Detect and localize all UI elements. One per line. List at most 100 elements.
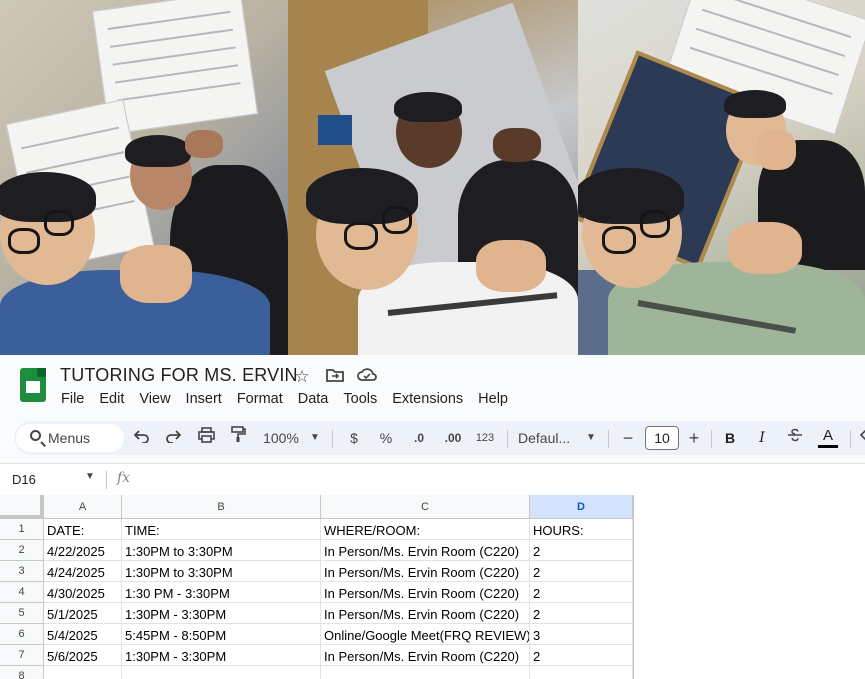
row-header-7[interactable]: 7 [0, 645, 44, 666]
menu-extensions[interactable]: Extensions [384, 390, 470, 408]
sheets-logo-icon[interactable] [20, 368, 46, 402]
redo-icon[interactable] [161, 421, 185, 455]
cell-b1[interactable]: TIME: [122, 519, 321, 540]
cell-a1[interactable]: DATE: [44, 519, 122, 540]
cell-c4[interactable]: In Person/Ms. Ervin Room (C220) [321, 582, 530, 603]
photo-collage [0, 0, 865, 355]
cell-a5[interactable]: 5/1/2025 [44, 603, 122, 624]
menu-data[interactable]: Data [290, 390, 336, 408]
cell-c3[interactable]: In Person/Ms. Ervin Room (C220) [321, 561, 530, 582]
toolbar-divider [332, 430, 333, 448]
cell-a6[interactable]: 5/4/2025 [44, 624, 122, 645]
font-family-dropdown-icon[interactable]: ▼ [584, 421, 598, 455]
cell-b6[interactable]: 5:45PM - 8:50PM [122, 624, 321, 645]
bold-button[interactable]: B [720, 421, 740, 455]
text-color-button[interactable]: A [816, 425, 840, 451]
menu-file[interactable]: File [53, 390, 91, 408]
cell-d8[interactable] [530, 666, 633, 679]
paint-format-icon[interactable] [226, 421, 250, 455]
cell-d2[interactable]: 2 [530, 540, 633, 561]
strikethrough-icon[interactable] [784, 421, 806, 455]
increase-decimal-label: .00 [444, 431, 462, 445]
peace-sign-hand [728, 222, 802, 274]
cell-c7[interactable]: In Person/Ms. Ervin Room (C220) [321, 645, 530, 666]
currency-format-button[interactable]: $ [342, 421, 366, 455]
increase-decimal-button[interactable]: .00 [438, 421, 468, 455]
cell-b3[interactable]: 1:30PM to 3:30PM [122, 561, 321, 582]
decrease-decimal-button[interactable]: .0 [406, 421, 432, 455]
cell-b8[interactable] [122, 666, 321, 679]
menu-help[interactable]: Help [470, 390, 515, 408]
cell-a8[interactable] [44, 666, 122, 679]
cell-d5[interactable]: 2 [530, 603, 633, 624]
column-header-d[interactable]: D [530, 495, 633, 519]
person-hand [756, 130, 796, 170]
peace-sign-hand [476, 240, 546, 292]
cell-b7[interactable]: 1:30PM - 3:30PM [122, 645, 321, 666]
cell-b2[interactable]: 1:30PM to 3:30PM [122, 540, 321, 561]
document-title[interactable]: TUTORING FOR MS. ERVIN [60, 365, 298, 386]
name-box[interactable]: D16 [12, 472, 36, 487]
undo-icon[interactable] [130, 421, 154, 455]
increase-font-size-icon[interactable]: + [684, 421, 704, 455]
cloud-status-icon[interactable] [357, 367, 377, 387]
fill-color-icon[interactable] [858, 421, 865, 455]
row-header-8[interactable]: 8 [0, 666, 44, 679]
name-box-dropdown-icon[interactable]: ▼ [85, 471, 95, 482]
row-header-5[interactable]: 5 [0, 603, 44, 624]
column-header-a[interactable]: A [44, 495, 122, 519]
cell-d1[interactable]: HOURS: [530, 519, 633, 540]
menu-view[interactable]: View [131, 390, 177, 408]
cell-d3[interactable]: 2 [530, 561, 633, 582]
cell-c6[interactable]: Online/Google Meet(FRQ REVIEW) [321, 624, 530, 645]
zoom-dropdown-icon[interactable]: ▼ [308, 421, 322, 455]
peace-sign-hand [120, 245, 192, 303]
move-folder-icon[interactable] [325, 367, 345, 387]
toolbar-divider [507, 430, 508, 448]
menu-edit[interactable]: Edit [91, 390, 131, 408]
cell-a3[interactable]: 4/24/2025 [44, 561, 122, 582]
decrease-font-size-icon[interactable]: − [618, 421, 638, 455]
person-hair [724, 90, 786, 118]
menu-bar: File Edit View Insert Format Data Tools … [53, 390, 515, 408]
star-icon[interactable]: ☆ [292, 367, 312, 387]
cell-b4[interactable]: 1:30 PM - 3:30PM [122, 582, 321, 603]
row-header-2[interactable]: 2 [0, 540, 44, 561]
screenshot-root: TUTORING FOR MS. ERVIN ☆ File Edit View … [0, 0, 865, 679]
menu-insert[interactable]: Insert [178, 390, 229, 408]
app-header: TUTORING FOR MS. ERVIN ☆ File Edit View … [0, 355, 865, 413]
cell-a4[interactable]: 4/30/2025 [44, 582, 122, 603]
empty-grid-area[interactable] [633, 495, 865, 679]
cell-b5[interactable]: 1:30PM - 3:30PM [122, 603, 321, 624]
percent-format-button[interactable]: % [374, 421, 398, 455]
font-size-input[interactable]: 10 [645, 426, 679, 450]
cell-d4[interactable]: 2 [530, 582, 633, 603]
menu-tools[interactable]: Tools [335, 390, 384, 408]
column-header-b[interactable]: B [122, 495, 321, 519]
row-header-1[interactable]: 1 [0, 519, 44, 540]
row-header-4[interactable]: 4 [0, 582, 44, 603]
cell-c2[interactable]: In Person/Ms. Ervin Room (C220) [321, 540, 530, 561]
photo-3 [578, 0, 865, 355]
sign [318, 115, 352, 145]
cell-c1[interactable]: WHERE/ROOM: [321, 519, 530, 540]
italic-button[interactable]: I [752, 421, 772, 455]
search-icon [30, 430, 41, 441]
glasses [344, 222, 378, 250]
print-icon[interactable] [194, 421, 218, 455]
number-format-button[interactable]: 123 [472, 421, 498, 455]
select-all-corner[interactable] [0, 495, 44, 519]
search-menus-button[interactable]: Menus [16, 424, 124, 452]
cell-d7[interactable]: 2 [530, 645, 633, 666]
cell-c5[interactable]: In Person/Ms. Ervin Room (C220) [321, 603, 530, 624]
column-header-c[interactable]: C [321, 495, 530, 519]
font-family-select[interactable]: Defaul... [518, 421, 578, 455]
menu-format[interactable]: Format [229, 390, 290, 408]
cell-d6[interactable]: 3 [530, 624, 633, 645]
row-header-6[interactable]: 6 [0, 624, 44, 645]
zoom-select[interactable]: 100% [258, 421, 304, 455]
cell-c8[interactable] [321, 666, 530, 679]
row-header-3[interactable]: 3 [0, 561, 44, 582]
cell-a2[interactable]: 4/22/2025 [44, 540, 122, 561]
cell-a7[interactable]: 5/6/2025 [44, 645, 122, 666]
